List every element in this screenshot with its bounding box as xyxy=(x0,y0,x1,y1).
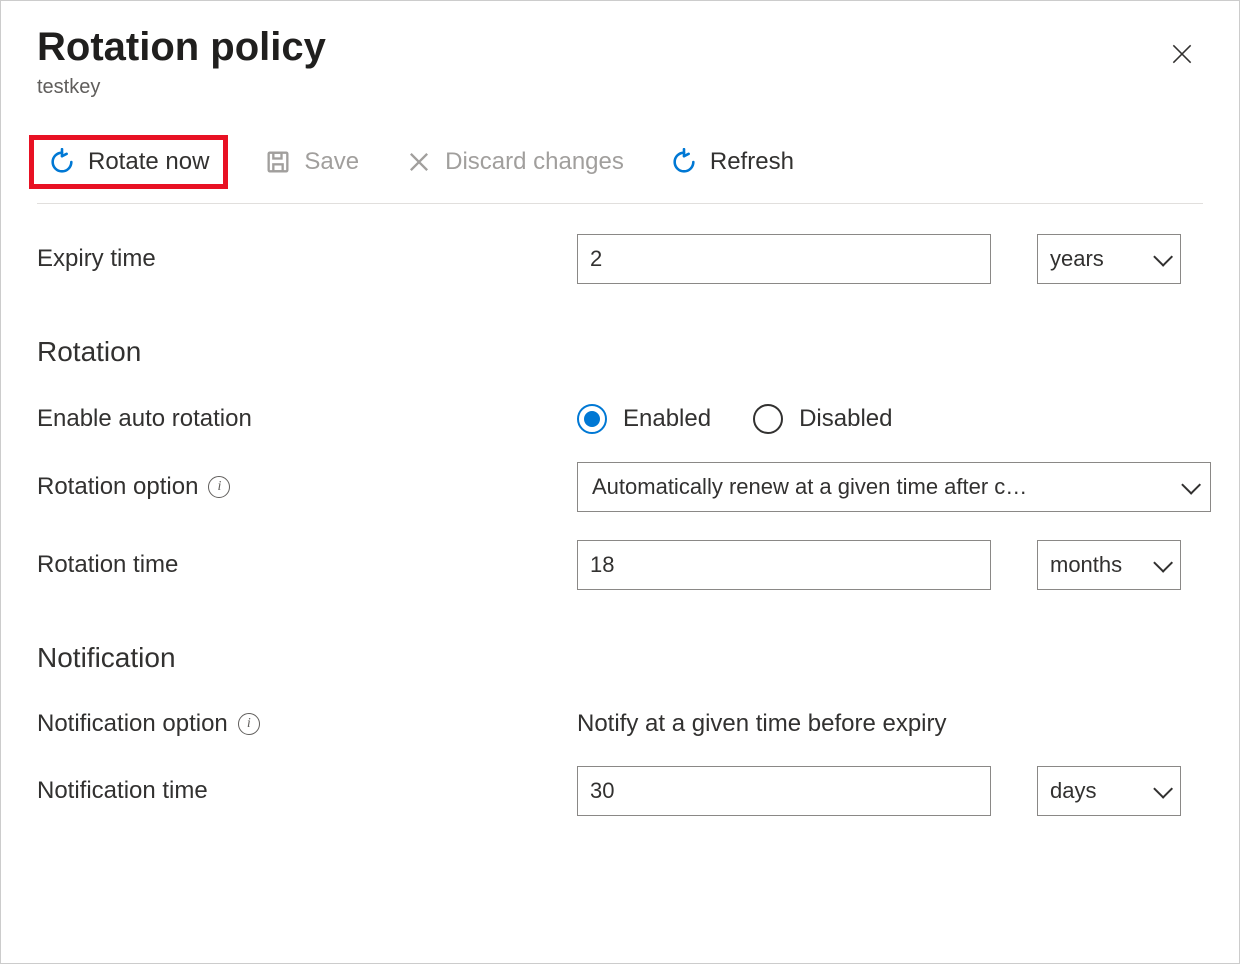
refresh-label: Refresh xyxy=(710,148,794,176)
rotation-time-unit-value: months xyxy=(1050,552,1122,578)
rotation-option-label: Rotation option i xyxy=(37,473,577,501)
save-icon xyxy=(264,148,292,176)
info-icon[interactable]: i xyxy=(238,713,260,735)
chevron-down-icon xyxy=(1181,475,1201,495)
rotation-time-unit-select[interactable]: months xyxy=(1037,540,1181,590)
rotation-time-label: Rotation time xyxy=(37,551,577,579)
refresh-icon xyxy=(670,148,698,176)
auto-rotation-disabled-label: Disabled xyxy=(799,405,892,433)
notification-option-label: Notification option i xyxy=(37,710,577,738)
rotate-now-highlight: Rotate now xyxy=(29,135,228,189)
rotate-icon xyxy=(48,148,76,176)
rotation-option-select[interactable]: Automatically renew at a given time afte… xyxy=(577,462,1211,512)
discard-button: Discard changes xyxy=(395,142,634,182)
rotation-option-value: Automatically renew at a given time afte… xyxy=(592,474,1027,500)
info-icon[interactable]: i xyxy=(208,476,230,498)
notification-time-unit-value: days xyxy=(1050,778,1096,804)
rotation-time-input[interactable] xyxy=(577,540,991,590)
expiry-time-input[interactable] xyxy=(577,234,991,284)
auto-rotation-enabled-radio[interactable]: Enabled xyxy=(577,404,711,434)
close-icon xyxy=(1169,41,1195,67)
toolbar: Rotate now Save Discard changes Refresh xyxy=(37,135,1203,204)
rotation-section-heading: Rotation xyxy=(37,336,577,368)
rotate-now-label: Rotate now xyxy=(88,148,209,176)
save-button: Save xyxy=(254,142,369,182)
notification-option-value: Notify at a given time before expiry xyxy=(577,710,947,738)
enable-auto-rotation-label: Enable auto rotation xyxy=(37,405,577,433)
page-title: Rotation policy xyxy=(37,25,326,70)
notification-time-unit-select[interactable]: days xyxy=(1037,766,1181,816)
chevron-down-icon xyxy=(1153,779,1173,799)
close-button[interactable] xyxy=(1161,33,1203,82)
expiry-time-label: Expiry time xyxy=(37,245,577,273)
expiry-time-unit-select[interactable]: years xyxy=(1037,234,1181,284)
chevron-down-icon xyxy=(1153,553,1173,573)
refresh-button[interactable]: Refresh xyxy=(660,142,804,182)
expiry-time-unit-value: years xyxy=(1050,246,1104,272)
page-subtitle: testkey xyxy=(37,76,326,99)
discard-icon xyxy=(405,148,433,176)
radio-icon xyxy=(753,404,783,434)
radio-icon xyxy=(577,404,607,434)
chevron-down-icon xyxy=(1153,247,1173,267)
notification-time-label: Notification time xyxy=(37,777,577,805)
notification-section-heading: Notification xyxy=(37,642,577,674)
rotate-now-button[interactable]: Rotate now xyxy=(38,142,219,182)
auto-rotation-enabled-label: Enabled xyxy=(623,405,711,433)
discard-label: Discard changes xyxy=(445,148,624,176)
auto-rotation-disabled-radio[interactable]: Disabled xyxy=(753,404,892,434)
notification-time-input[interactable] xyxy=(577,766,991,816)
save-label: Save xyxy=(304,148,359,176)
